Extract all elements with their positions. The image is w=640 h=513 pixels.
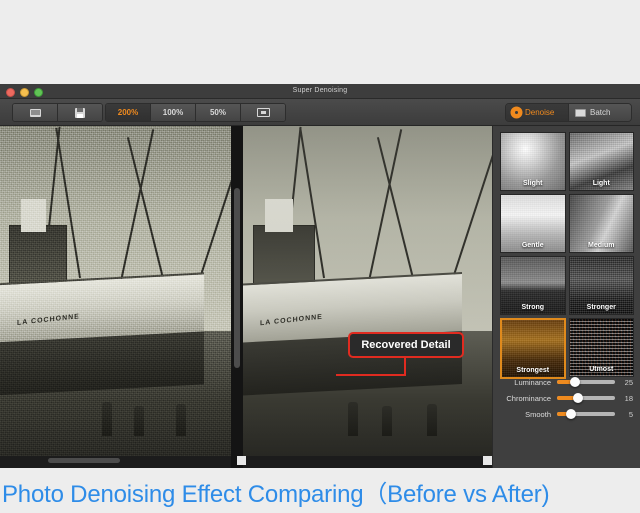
- preset-strongest-label: Strongest: [516, 367, 550, 374]
- before-photo: LA COCHONNE: [0, 126, 231, 456]
- preset-stronger-label: Stronger: [586, 304, 616, 311]
- zoom-200-button[interactable]: 200%: [106, 104, 151, 121]
- chrominance-label: Chrominance: [506, 393, 551, 403]
- main-body: LA COCHONNE: [0, 126, 640, 468]
- luminance-row: Luminance 25: [501, 374, 633, 390]
- title-bar: Super Denoising: [0, 84, 640, 99]
- after-image-pane[interactable]: LA COCHONNE: [243, 126, 492, 456]
- annotation-leader: [336, 374, 406, 376]
- zoom-100-button[interactable]: 100%: [151, 104, 196, 121]
- slider-knob[interactable]: [573, 393, 584, 403]
- mode-button-group: Denoise Batch: [505, 103, 632, 122]
- fit-to-window-button[interactable]: [241, 104, 285, 121]
- window-title: Super Denoising: [292, 87, 348, 94]
- image-noise-overlay: [0, 126, 231, 456]
- caption-text: Photo Denoising Effect Comparing（Before …: [2, 481, 550, 508]
- smooth-label: Smooth: [525, 409, 551, 419]
- preset-utmost[interactable]: Utmost: [568, 318, 634, 377]
- luminance-label: Luminance: [514, 377, 551, 387]
- screenshot-root: Super Denoising 200% 100% 50% Denoise Ba…: [0, 0, 640, 513]
- window-controls[interactable]: [6, 88, 43, 97]
- chrominance-slider[interactable]: [557, 393, 615, 403]
- sidebar: Slight Light Gentle Medium Strong Strong…: [492, 126, 640, 468]
- caption: Photo Denoising Effect Comparing（Before …: [0, 470, 640, 513]
- before-image-pane[interactable]: LA COCHONNE: [0, 126, 231, 456]
- preset-strong[interactable]: Strong: [500, 256, 566, 315]
- preset-slight-label: Slight: [523, 180, 543, 187]
- luminance-value: 25: [624, 377, 633, 387]
- preset-utmost-label: Utmost: [589, 366, 614, 373]
- minimize-button[interactable]: [20, 88, 29, 97]
- after-photo: LA COCHONNE: [243, 126, 492, 456]
- close-button[interactable]: [6, 88, 15, 97]
- slider-knob[interactable]: [565, 409, 576, 419]
- save-icon: [75, 107, 85, 118]
- preset-strong-label: Strong: [521, 304, 545, 311]
- horizontal-scrollbar[interactable]: [48, 458, 120, 463]
- tab-denoise[interactable]: Denoise: [506, 104, 569, 121]
- preset-light-label: Light: [592, 180, 610, 187]
- tab-batch[interactable]: Batch: [569, 104, 631, 121]
- zoom-50-button[interactable]: 50%: [196, 104, 241, 121]
- preset-slight[interactable]: Slight: [500, 132, 566, 191]
- annotation-recovered-detail: Recovered Detail: [348, 332, 464, 358]
- gear-icon: [512, 108, 521, 117]
- tab-batch-label: Batch: [590, 108, 611, 117]
- tab-denoise-label: Denoise: [525, 108, 555, 117]
- denoised-overlay: [243, 126, 492, 456]
- vertical-scrollbar[interactable]: [234, 188, 240, 368]
- chrominance-row: Chrominance 18: [501, 390, 633, 406]
- preset-stronger[interactable]: Stronger: [568, 256, 634, 315]
- scrollbar-corner: [483, 456, 492, 465]
- zoom-button-group: 200% 100% 50%: [105, 103, 286, 122]
- preset-light[interactable]: Light: [568, 132, 634, 191]
- batch-icon: [575, 108, 586, 117]
- sidebar-footer: Reset: [493, 426, 640, 468]
- slider-knob[interactable]: [570, 377, 581, 387]
- annotation-recovered-detail-label: Recovered Detail: [361, 339, 451, 351]
- preset-strongest[interactable]: Strongest: [500, 318, 566, 379]
- luminance-slider[interactable]: [557, 377, 615, 387]
- scrollbar-corner: [237, 456, 246, 465]
- preset-grid: Slight Light Gentle Medium Strong Strong…: [500, 132, 634, 379]
- adjustment-sliders: Luminance 25 Chrominance 18 Smooth 5: [501, 374, 633, 422]
- fit-to-window-icon: [256, 108, 270, 117]
- chrominance-value: 18: [624, 393, 633, 403]
- open-button[interactable]: [13, 104, 58, 121]
- smooth-slider[interactable]: [557, 409, 615, 419]
- zoom-button[interactable]: [34, 88, 43, 97]
- smooth-value: 5: [628, 409, 633, 419]
- preset-gentle-label: Gentle: [521, 242, 544, 249]
- toolbar: 200% 100% 50% Denoise Batch: [0, 99, 640, 126]
- file-button-group: [12, 103, 103, 122]
- application-window: Super Denoising 200% 100% 50% Denoise Ba…: [0, 84, 640, 468]
- save-button[interactable]: [58, 104, 102, 121]
- folder-icon: [29, 108, 41, 117]
- preset-medium-label: Medium: [588, 242, 615, 249]
- smooth-row: Smooth 5: [501, 406, 633, 422]
- preset-gentle[interactable]: Gentle: [500, 194, 566, 253]
- preset-medium[interactable]: Medium: [568, 194, 634, 253]
